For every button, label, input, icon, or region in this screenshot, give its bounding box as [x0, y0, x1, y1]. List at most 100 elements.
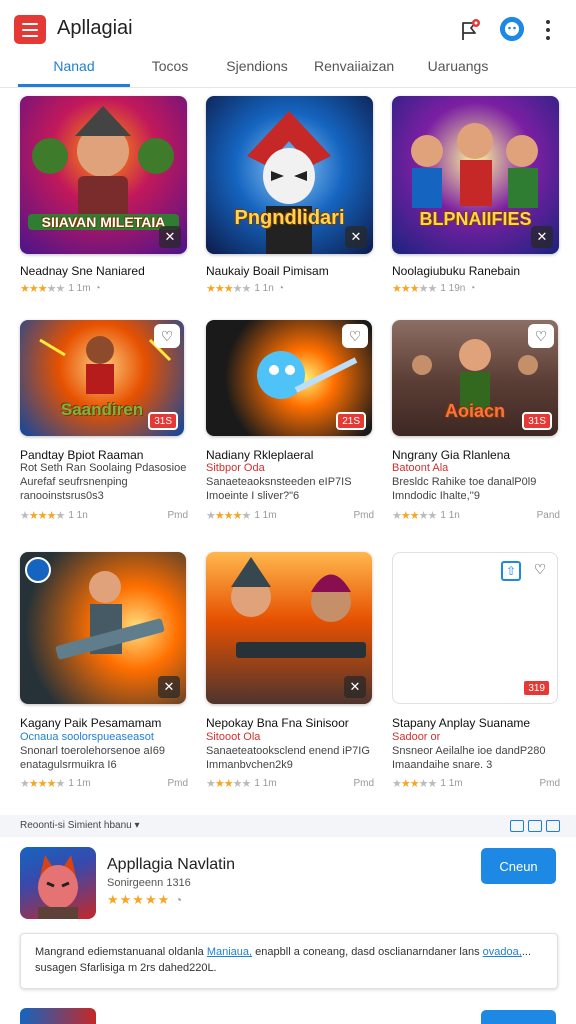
game-thumbnail[interactable]: ♡ 21S	[206, 320, 372, 436]
share-icon[interactable]: ⇧	[501, 561, 521, 581]
card-title: Nepokay Bna Fna Sinisoor	[206, 716, 349, 730]
card-title: Nadiany Rkleplaeral	[206, 448, 314, 462]
next-app-thumbnail[interactable]	[20, 1008, 96, 1024]
card-line: Aurefaf seufrsnenping	[20, 476, 128, 488]
like-icon[interactable]: ♡	[342, 324, 368, 348]
game-card[interactable]: Aoiacn ♡ 31S Nngrany Gia Rlanlena Batoon…	[392, 320, 560, 530]
section-label[interactable]: Reoonti-si Simient hbanu ▾	[20, 820, 140, 831]
card-meta: ★★★★★ 1 1m Pmd	[392, 777, 560, 790]
game-thumbnail[interactable]: BLPNAIIFIES ✕	[392, 96, 559, 254]
card-meta: ★★★★★ 1 1n Pand	[392, 509, 560, 522]
close-icon[interactable]: ✕	[344, 676, 366, 698]
card-meta: ★★★★★ 1 19n ◔	[392, 282, 560, 295]
game-card[interactable]: SIIAVAN MILETAIA ✕ Neadnay Sne Naniared …	[20, 96, 188, 306]
rating-stars-icon: ★★★★★	[20, 510, 65, 522]
description-link[interactable]: ovadoa,	[483, 946, 522, 958]
tab-renvaiiaizan[interactable]: Renvaiiaizan	[314, 58, 394, 74]
open-button[interactable]: Cneun	[481, 848, 556, 884]
list-view-icon[interactable]	[528, 820, 542, 832]
tab-bar: Nanad Tocos Sjendions Renvaiiaizan Uarua…	[0, 48, 576, 88]
game-art-title: BLPNAIIFIES	[419, 209, 532, 229]
like-icon[interactable]: ♡	[527, 557, 553, 581]
like-icon[interactable]: ♡	[154, 324, 180, 348]
more-vert-icon[interactable]	[541, 18, 555, 42]
info-icon: ◔	[469, 283, 476, 294]
compact-view-icon[interactable]	[546, 820, 560, 832]
game-card[interactable]: Pngndlidari ✕ Naukaiy Boail Pimisam ★★★★…	[206, 96, 374, 306]
game-thumbnail[interactable]: ✕	[206, 552, 372, 704]
card-line: Sitooot Ola	[206, 731, 261, 743]
flag-notification-icon[interactable]	[458, 18, 482, 42]
card-title: Noolagiubuku Ranebain	[392, 264, 521, 278]
grid-view-icon[interactable]	[510, 820, 524, 832]
avatar-icon[interactable]	[500, 17, 524, 41]
game-card[interactable]: ♡ 21S Nadiany Rkleplaeral Sitbpor Oda Sa…	[206, 320, 374, 530]
card-line: Sanaeteatooksclend enend iP7IG	[206, 745, 370, 757]
price-badge: 319	[522, 679, 551, 697]
card-line: ranooinstsrus0s3	[20, 490, 104, 502]
tab-uarungs[interactable]: Uaruangs	[420, 58, 496, 74]
description-text: susagen Sfarlisiga m 2rs dahed220L.	[35, 962, 217, 974]
card-title: Pandtay Bpiot Raaman	[20, 448, 144, 462]
card-meta-right: Pmd	[353, 510, 374, 521]
featured-app-stars: ★★★★★	[107, 892, 171, 907]
card-meta-right: Pmd	[353, 778, 374, 789]
card-line: Imoeinte I sliver?"6	[206, 490, 300, 502]
rating-stars-icon: ★★★★★	[206, 283, 251, 295]
card-line: Batoont Ala	[392, 462, 449, 474]
next-app-item[interactable]	[0, 996, 576, 1024]
game-card[interactable]: ✕ Kagany Paik Pesamamam Ocnaua soolorspu…	[20, 552, 188, 802]
card-meta-value: 1 1m	[254, 778, 277, 789]
card-meta-right: Pand	[536, 510, 560, 521]
card-title: Neadnay Sne Naniared	[20, 264, 145, 278]
close-icon[interactable]: ✕	[159, 226, 181, 248]
card-meta-value: 1 1m	[68, 778, 91, 789]
card-title: Naukaiy Boail Pimisam	[206, 264, 329, 278]
rating-stars-icon: ★★★★★	[206, 510, 251, 522]
game-art-title: Pngndlidari	[234, 207, 345, 229]
hamburger-menu-icon[interactable]	[14, 15, 46, 44]
card-meta: ★★★★★ 1 1m Pmd	[206, 509, 374, 522]
game-thumbnail[interactable]: ✕	[20, 552, 186, 704]
description-text: enapbll a coneang, dasd osclianarndaner …	[252, 946, 483, 958]
rating-stars-icon: ★★★★★	[20, 778, 65, 790]
price-badge: 21S	[336, 412, 366, 430]
card-line: Bresldc Rahike toe danalP0l9	[392, 476, 537, 488]
game-thumbnail[interactable]: Pngndlidari ✕	[206, 96, 373, 254]
card-line: Sadoor or	[392, 731, 441, 743]
rating-stars-icon: ★★★★★ ◔	[107, 892, 183, 908]
card-meta-value: 1 1n	[68, 510, 88, 521]
card-meta-value: 1 1m	[68, 283, 91, 294]
game-card[interactable]: BLPNAIIFIES ✕ Noolagiubuku Ranebain ★★★★…	[392, 96, 560, 306]
app-title: Apllagiai	[57, 17, 133, 39]
tab-nanad[interactable]: Nanad	[18, 58, 130, 74]
card-line: enatagulsrmuikra I6	[20, 759, 117, 771]
card-line: Ocnaua soolorspueaseasot	[20, 731, 154, 743]
featured-app-subtitle: Sonirgeenn 1316	[107, 877, 191, 889]
game-card[interactable]: ⇧ ♡ 319 Stapany Anplay Suaname Sadoor or…	[392, 552, 560, 802]
card-line: Sitbpor Oda	[206, 462, 265, 474]
tab-active-indicator	[18, 84, 130, 87]
card-meta-value: 1 19n	[440, 283, 466, 294]
description-link[interactable]: Maniaua,	[207, 946, 252, 958]
featured-app-thumbnail[interactable]	[20, 847, 96, 919]
tab-tocos[interactable]: Tocos	[140, 58, 200, 74]
game-card[interactable]: ✕ Nepokay Bna Fna Sinisoor Sitooot Ola S…	[206, 552, 374, 802]
info-icon: ◔	[174, 893, 184, 907]
tab-sjendions[interactable]: Sjendions	[220, 58, 294, 74]
game-thumbnail[interactable]: ⇧ ♡ 319	[392, 552, 558, 704]
view-toggle[interactable]	[510, 820, 560, 832]
close-icon[interactable]: ✕	[531, 226, 553, 248]
info-icon: ◔	[94, 283, 101, 294]
close-icon[interactable]: ✕	[345, 226, 367, 248]
next-app-button[interactable]	[481, 1010, 556, 1024]
featured-app[interactable]: Appllagia Navlatin Sonirgeenn 1316 ★★★★★…	[0, 837, 576, 929]
close-icon[interactable]: ✕	[158, 676, 180, 698]
game-thumbnail[interactable]: Aoiacn ♡ 31S	[392, 320, 558, 436]
like-icon[interactable]: ♡	[528, 324, 554, 348]
card-title: Stapany Anplay Suaname	[392, 716, 531, 730]
game-card[interactable]: Saandiren ♡ 31S Pandtay Bpiot Raaman Rot…	[20, 320, 188, 530]
game-thumbnail[interactable]: Saandiren ♡ 31S	[20, 320, 184, 436]
game-thumbnail[interactable]: SIIAVAN MILETAIA ✕	[20, 96, 187, 254]
card-meta: ★★★★★ 1 1m Pmd	[20, 777, 188, 790]
